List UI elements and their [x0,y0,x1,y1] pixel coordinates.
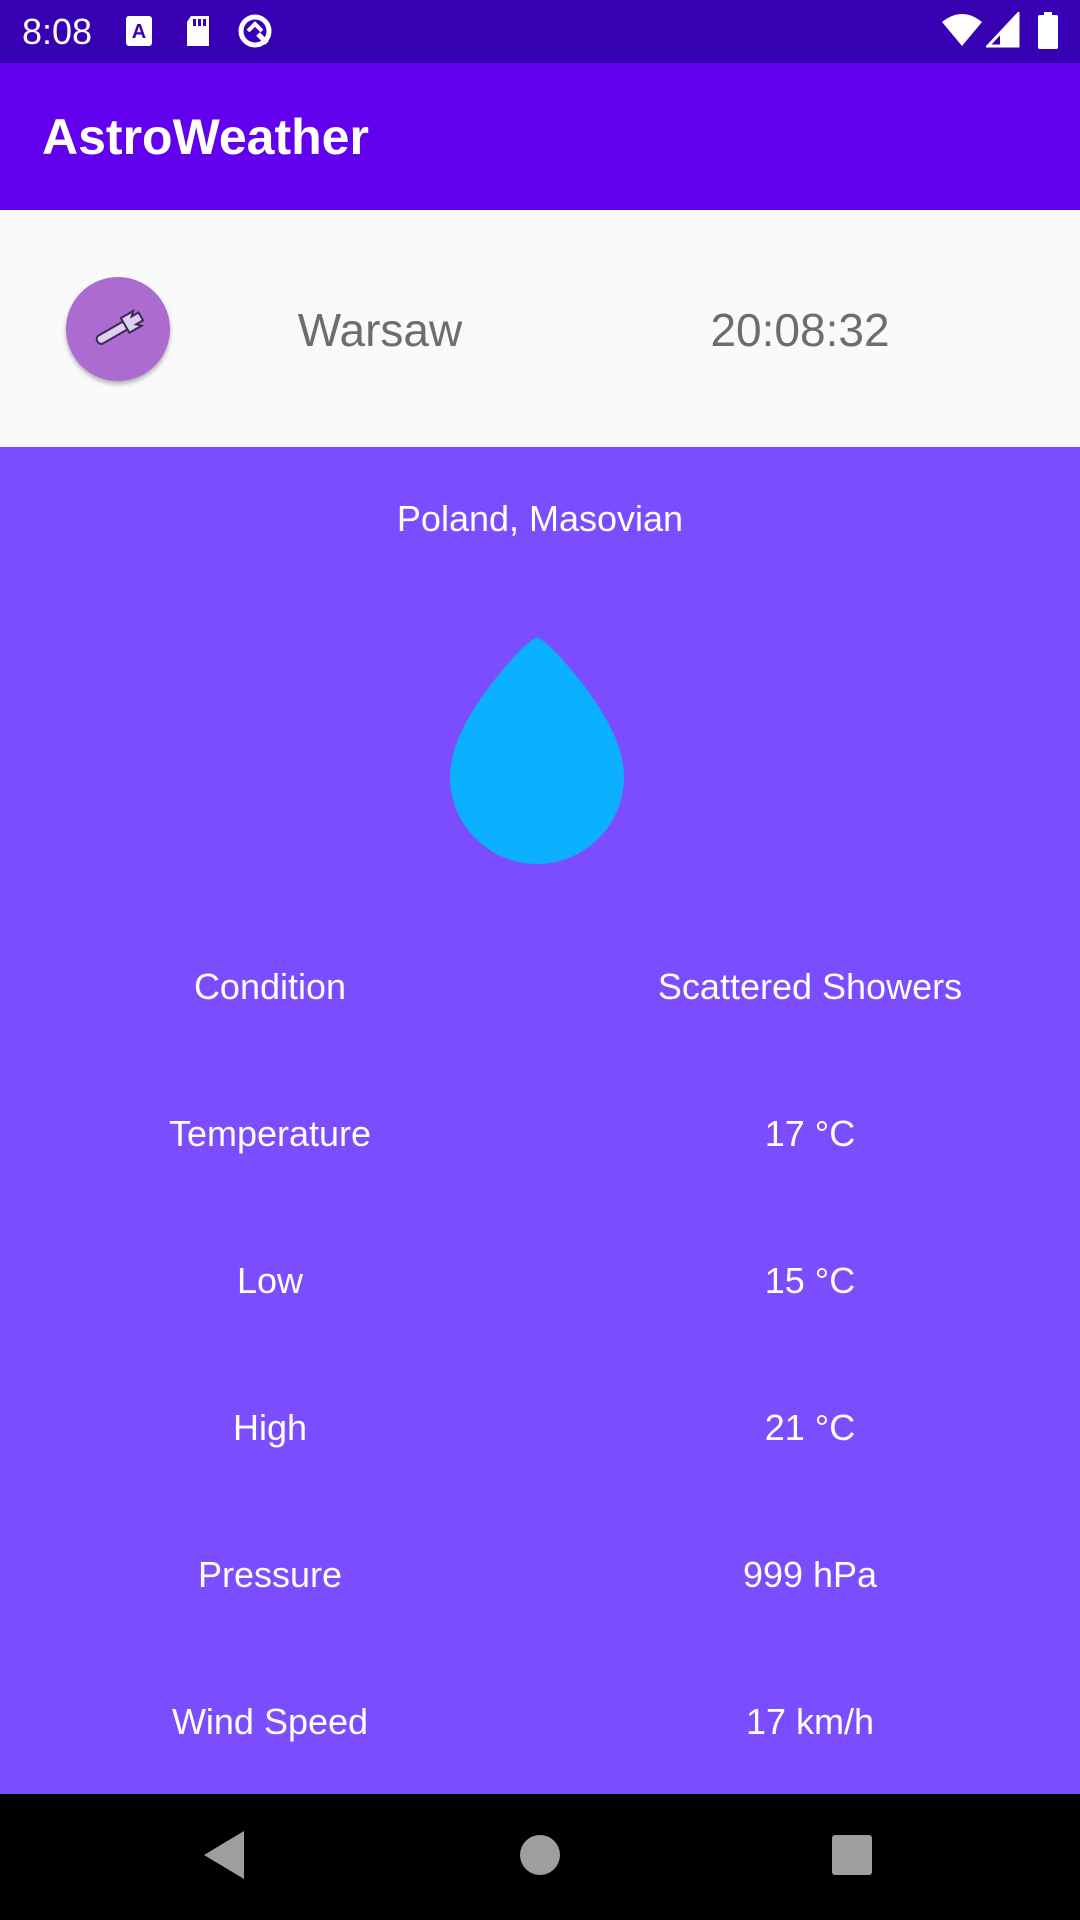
sync-icon [236,12,276,57]
low-label: Low [236,1260,304,1301]
app-title: AstroWeather [42,109,369,165]
high-label: High [232,1407,308,1448]
status-time: 8:08 [22,11,93,52]
city-name: Warsaw [297,304,463,356]
high-value: 21 °C [764,1407,856,1448]
settings-button[interactable] [66,277,170,381]
clock: 20:08:32 [710,304,890,356]
a-keyboard-icon: A [124,12,156,55]
wifi-icon [942,12,982,53]
wind-speed-value: 17 km/h [745,1701,875,1742]
recents-icon[interactable] [830,1827,874,1888]
temperature-value: 17 °C [764,1113,856,1154]
wind-speed-label: Wind Speed [171,1701,369,1742]
condition-label: Condition [193,966,347,1007]
back-icon[interactable] [200,1827,250,1888]
app-bar: AstroWeather [0,63,1080,210]
temperature-label: Temperature [168,1113,372,1154]
navigation-bar [0,1794,1080,1920]
condition-value: Scattered Showers [657,966,963,1007]
location-header: Warsaw 20:08:32 [0,210,1080,447]
home-icon[interactable] [518,1827,562,1888]
low-value: 15 °C [764,1260,856,1301]
wrench-icon [95,308,145,345]
pressure-value: 999 hPa [742,1554,878,1595]
pressure-label: Pressure [197,1554,343,1595]
weather-panel: Poland, Masovian Condition Scattered Sho… [0,447,1080,1794]
status-bar: 8:08 A [0,0,1080,63]
region-label: Poland, Masovian [396,498,684,539]
cell-signal-icon [984,10,1020,53]
svg-text:A: A [132,21,146,43]
water-drop-icon [450,637,624,864]
battery-icon [1038,12,1058,55]
sd-card-icon [183,12,213,55]
